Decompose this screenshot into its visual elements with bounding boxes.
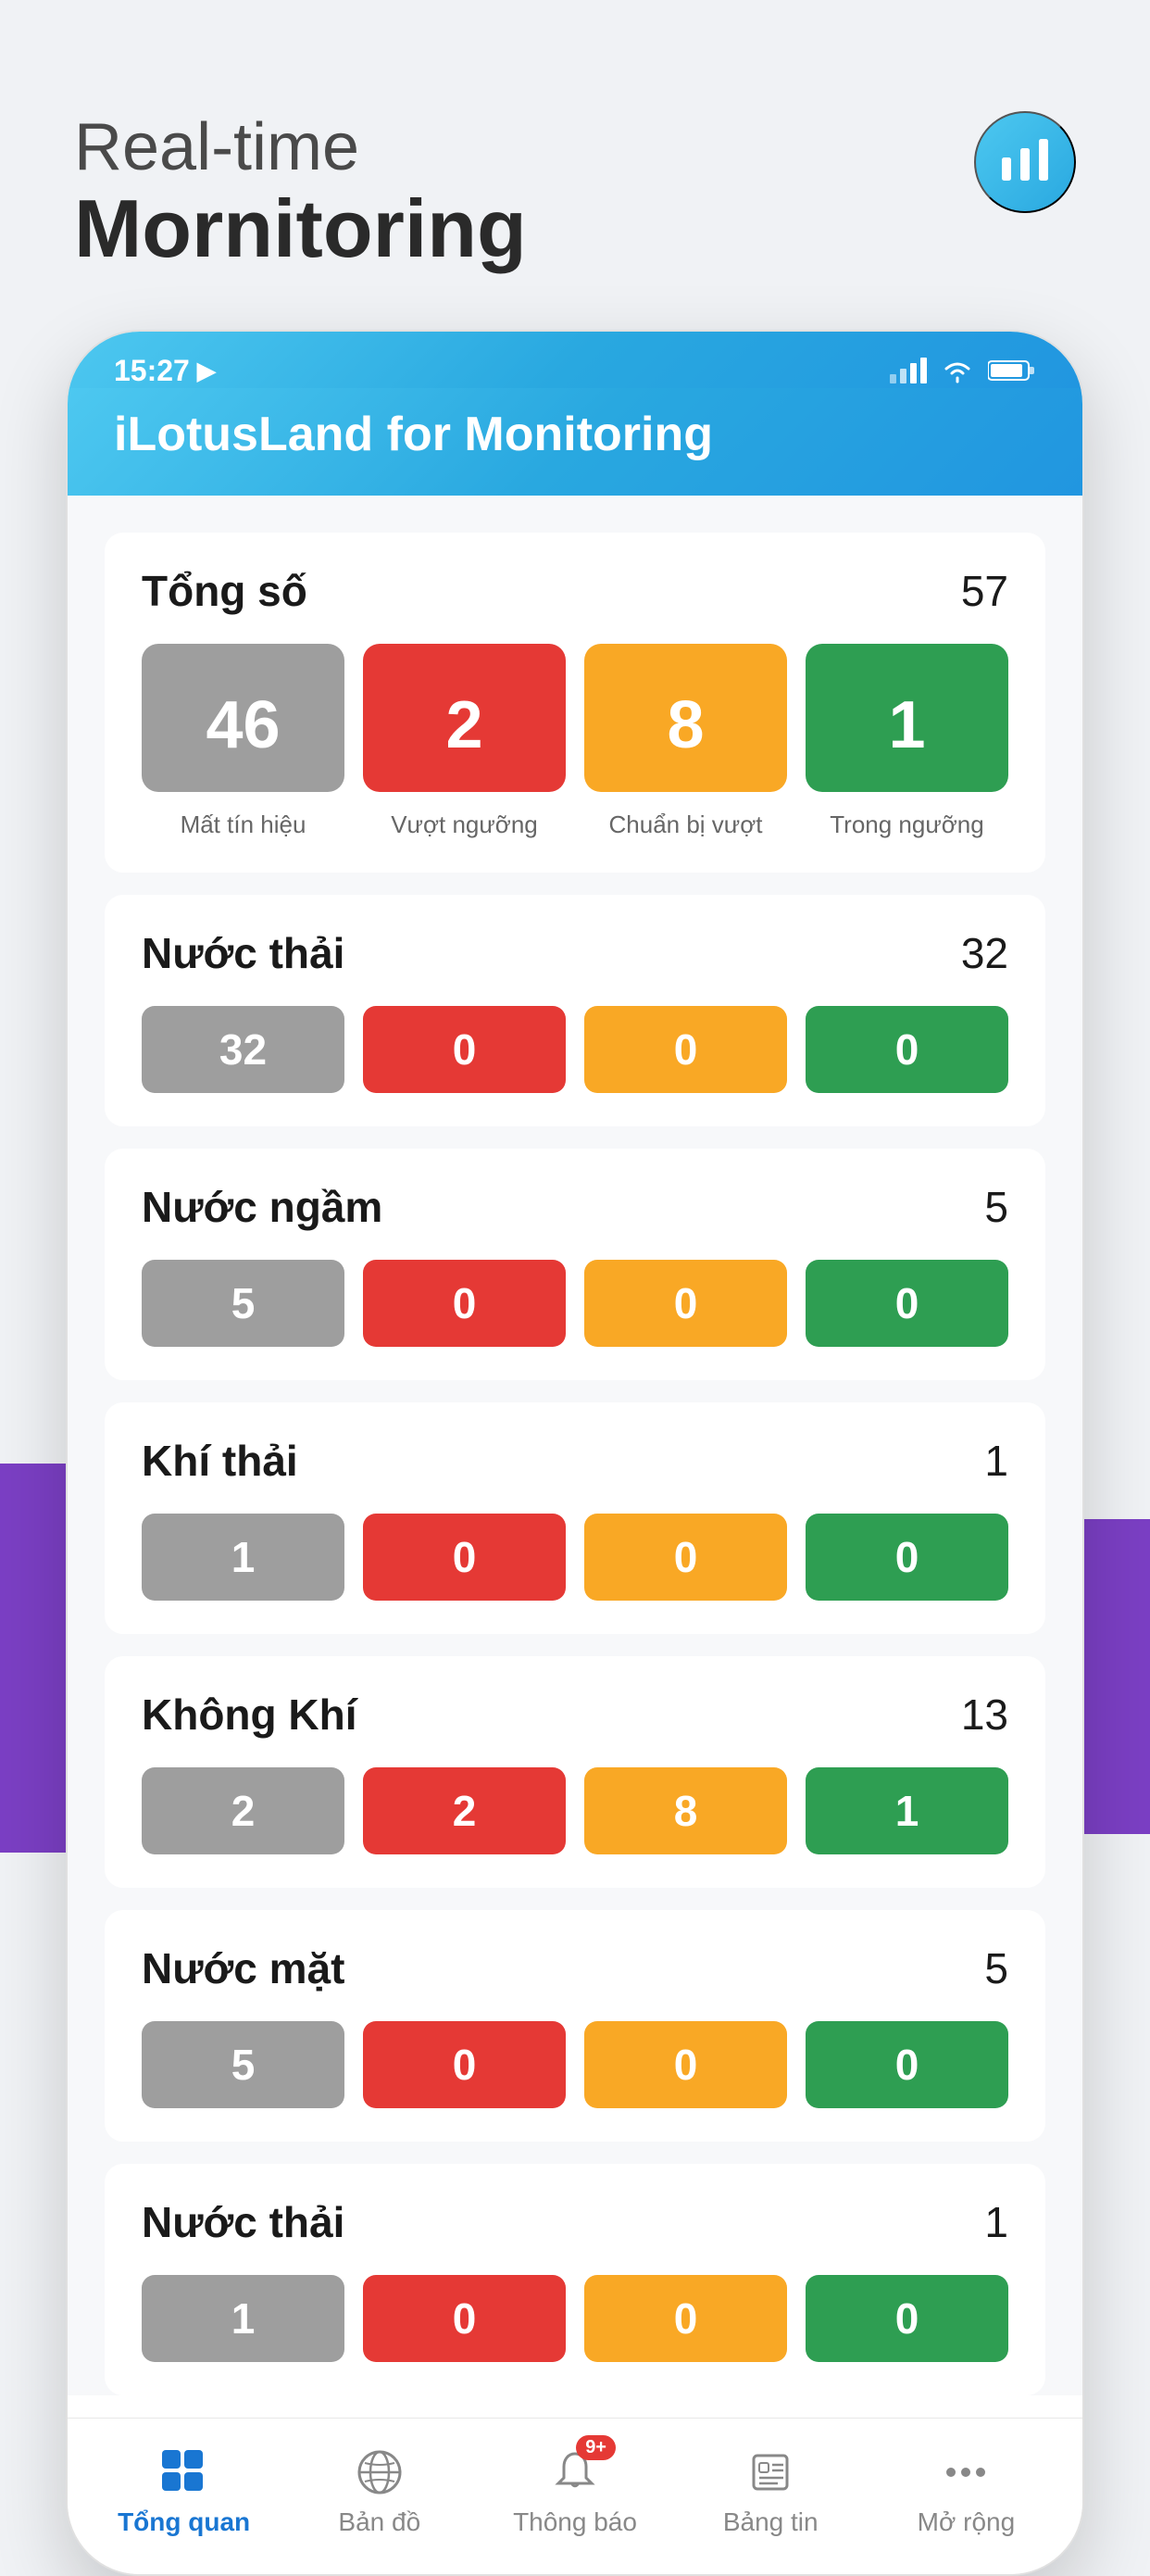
pill-gray[interactable]: 32 [142,1006,344,1093]
trong-nguong-number: 1 [888,692,925,759]
bar-chart-icon [997,134,1053,190]
chuan-bi-vuot-number: 8 [667,692,704,759]
vuot-nguong-number: 2 [445,692,482,759]
pill-green[interactable]: 0 [806,1006,1008,1093]
clock-time: 15:27 [114,354,190,388]
status-bar: 15:27 ▶ [68,332,1082,388]
app-title: iLotusLand for Monitoring [114,407,1036,462]
section-khong-khi: Không Khí 13 2 2 8 1 [105,1656,1045,1888]
header-title: Mornitoring [74,184,1076,274]
mat-tin-hieu-number: 46 [206,692,280,759]
trong-nguong-card[interactable]: 1 [806,644,1008,792]
battery-icon [988,358,1036,383]
pill-gray[interactable]: 5 [142,1260,344,1347]
pill-green[interactable]: 1 [806,1767,1008,1854]
pill-red[interactable]: 0 [363,1514,566,1601]
signal-icon [890,358,927,383]
pill-green[interactable]: 0 [806,2021,1008,2108]
pill-red[interactable]: 0 [363,1006,566,1093]
nav-bang-tin[interactable]: Bảng tin [673,2444,869,2537]
monitor-icon-button[interactable] [974,111,1076,213]
nav-mo-rong-label: Mở rộng [918,2507,1016,2537]
nav-mo-rong[interactable]: Mở rộng [869,2444,1064,2537]
pill-yellow[interactable]: 0 [584,2275,787,2362]
more-icon [938,2444,994,2500]
location-arrow-icon: ▶ [197,357,216,385]
content-area: Tổng số 57 46 2 8 1 [68,496,1082,2395]
nav-tong-quan[interactable]: Tổng quan [86,2444,281,2537]
bell-icon: 9+ [547,2444,603,2500]
section-khi-thai: Khí thải 1 1 0 0 0 [105,1402,1045,1634]
bottom-nav: Tổng quan Bản đồ [68,2418,1082,2574]
pill-gray[interactable]: 2 [142,1767,344,1854]
map-icon [352,2444,407,2500]
header-section: Real-time Mornitoring [0,0,1150,330]
section-nuoc-ngam: Nước ngầm 5 5 0 0 0 [105,1149,1045,1380]
app-header: iLotusLand for Monitoring [68,388,1082,496]
pill-green[interactable]: 0 [806,1260,1008,1347]
phone-mockup: 15:27 ▶ [66,330,1084,2576]
nav-ban-do[interactable]: Bản đồ [281,2444,477,2537]
vuot-nguong-card[interactable]: 2 [363,644,566,792]
thong-bao-badge: 9+ [576,2435,616,2460]
pill-yellow[interactable]: 0 [584,2021,787,2108]
pill-yellow[interactable]: 0 [584,1260,787,1347]
grid-icon [156,2444,212,2500]
pill-gray[interactable]: 1 [142,1514,344,1601]
tong-so-title: Tổng số [142,566,307,616]
pill-gray[interactable]: 1 [142,2275,344,2362]
tong-so-header: Tổng số 57 [142,566,1008,616]
wifi-icon [940,358,975,383]
header-subtitle: Real-time [74,111,1076,184]
nav-thong-bao-label: Thông báo [513,2507,637,2537]
pill-yellow[interactable]: 0 [584,1006,787,1093]
section-nuoc-mat: Nước mặt 5 5 0 0 0 [105,1910,1045,2142]
mat-tin-hieu-card[interactable]: 46 [142,644,344,792]
label-chuan-bi-vuot: Chuẩn bị vượt [584,810,787,839]
phone-container: 15:27 ▶ [66,330,1084,2576]
nav-bang-tin-label: Bảng tin [723,2507,819,2537]
pill-red[interactable]: 0 [363,2021,566,2108]
tong-so-count: 57 [961,566,1008,616]
chuan-bi-vuot-card[interactable]: 8 [584,644,787,792]
pill-yellow[interactable]: 0 [584,1514,787,1601]
section-nuoc-thai-1: Nước thải 32 32 0 0 0 [105,895,1045,1126]
label-vuot-nguong: Vượt ngưỡng [363,810,566,839]
pill-red[interactable]: 0 [363,2275,566,2362]
pill-green[interactable]: 0 [806,2275,1008,2362]
newspaper-icon [743,2444,798,2500]
pill-yellow[interactable]: 8 [584,1767,787,1854]
label-trong-nguong: Trong ngưỡng [806,810,1008,839]
pill-green[interactable]: 0 [806,1514,1008,1601]
nav-ban-do-label: Bản đồ [338,2507,420,2537]
section-nuoc-thai-2: Nước thải 1 1 0 0 0 [105,2164,1045,2395]
nav-tong-quan-label: Tổng quan [118,2507,250,2537]
tong-so-section: Tổng số 57 46 2 8 1 [105,533,1045,873]
pill-red[interactable]: 0 [363,1260,566,1347]
label-mat-tin-hieu: Mất tín hiệu [142,810,344,839]
status-icons [890,358,1036,383]
pill-red[interactable]: 2 [363,1767,566,1854]
pill-gray[interactable]: 5 [142,2021,344,2108]
status-time: 15:27 ▶ [114,354,216,388]
nav-thong-bao[interactable]: 9+ Thông báo [477,2444,672,2537]
tong-so-grid: 46 2 8 1 [142,644,1008,792]
